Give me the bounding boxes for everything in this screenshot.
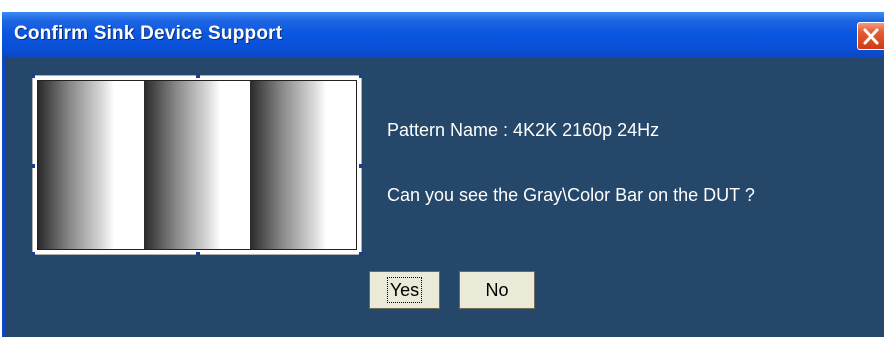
pattern-name-label: Pattern Name : 4K2K 2160p 24Hz bbox=[387, 120, 660, 140]
yes-button-label: Yes bbox=[386, 277, 423, 303]
resize-handle bbox=[359, 164, 363, 168]
yes-button[interactable]: Yes bbox=[369, 271, 440, 309]
title-bar[interactable]: Confirm Sink Device Support bbox=[2, 12, 884, 58]
dialog-title: Confirm Sink Device Support bbox=[14, 23, 283, 44]
resize-handle bbox=[31, 252, 35, 256]
resize-handle bbox=[31, 74, 35, 78]
gray-bar bbox=[144, 81, 250, 249]
gray-bar bbox=[250, 81, 356, 249]
resize-handle bbox=[31, 164, 35, 168]
gray-bar bbox=[38, 81, 144, 249]
no-button-label: No bbox=[485, 280, 509, 300]
resize-handle bbox=[196, 252, 200, 256]
resize-handle bbox=[359, 74, 363, 78]
close-icon bbox=[863, 28, 879, 45]
confirm-dialog: Confirm Sink Device Support Pattern Name… bbox=[2, 12, 884, 337]
pattern-preview bbox=[31, 74, 363, 256]
close-button[interactable] bbox=[857, 22, 884, 50]
resize-handle bbox=[359, 252, 363, 256]
no-button[interactable]: No bbox=[459, 271, 535, 309]
question-label: Can you see the Gray\Color Bar on the DU… bbox=[387, 185, 755, 205]
resize-handle bbox=[196, 74, 200, 78]
gray-bar-pattern bbox=[37, 80, 357, 250]
